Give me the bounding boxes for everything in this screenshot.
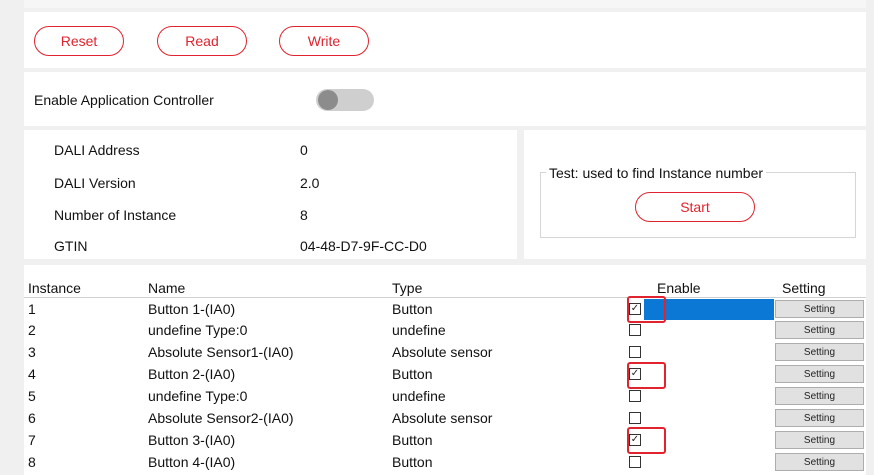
row-name: Button 1-(IA0): [148, 301, 236, 317]
test-legend: Test: used to find Instance number: [546, 165, 767, 181]
toggle-knob: [318, 90, 338, 110]
table-row[interactable]: 3 Absolute Sensor1-(IA0) Absolute sensor…: [24, 342, 866, 363]
header-divider: [24, 297, 866, 298]
row-instance: 5: [28, 388, 36, 404]
row-name: Absolute Sensor1-(IA0): [148, 344, 294, 360]
row-type: Button: [392, 454, 433, 470]
top-strip: [24, 0, 866, 8]
enable-checkbox[interactable]: [629, 456, 641, 468]
table-row[interactable]: 8 Button 4-(IA0) Button Setting: [24, 452, 866, 473]
dali-version-value: 2.0: [300, 175, 320, 191]
table-row[interactable]: 6 Absolute Sensor2-(IA0) Absolute sensor…: [24, 408, 866, 429]
row-instance: 2: [28, 322, 36, 338]
app-controller-toggle[interactable]: [316, 89, 374, 111]
toolbar-panel: [24, 12, 866, 68]
row-instance: 7: [28, 432, 36, 448]
setting-button[interactable]: Setting: [775, 321, 864, 339]
row-type: Button: [392, 366, 433, 382]
header-type: Type: [392, 280, 423, 296]
header-enable: Enable: [657, 280, 701, 296]
table-row[interactable]: 7 Button 3-(IA0) Button ✓ Setting: [24, 430, 866, 451]
row-name: Button 4-(IA0): [148, 454, 236, 470]
row-instance: 3: [28, 344, 36, 360]
row-instance: 1: [28, 301, 36, 317]
read-button[interactable]: Read: [157, 26, 247, 56]
table-header: Instance Name Type Enable Setting: [24, 278, 866, 299]
header-setting: Setting: [782, 280, 826, 296]
dali-address-value: 0: [300, 142, 308, 158]
row-name: undefine Type:0: [148, 322, 248, 338]
enable-checkbox[interactable]: [629, 390, 641, 402]
table-row[interactable]: 5 undefine Type:0 undefine Setting: [24, 386, 866, 407]
header-instance: Instance: [28, 280, 81, 296]
table-row[interactable]: 2 undefine Type:0 undefine Setting: [24, 320, 866, 341]
dali-version-label: DALI Version: [54, 175, 136, 191]
enable-checkbox[interactable]: [629, 412, 641, 424]
header-name: Name: [148, 280, 186, 296]
row-name: Button 3-(IA0): [148, 432, 236, 448]
setting-button[interactable]: Setting: [775, 431, 864, 449]
row-type: Button: [392, 432, 433, 448]
app-controller-label: Enable Application Controller: [34, 92, 214, 108]
table-row[interactable]: 1 Button 1-(IA0) Button ✓ Setting: [24, 299, 866, 320]
row-instance: 8: [28, 454, 36, 470]
enable-checkbox[interactable]: [629, 346, 641, 358]
row-name: Absolute Sensor2-(IA0): [148, 410, 294, 426]
annotation-highlight-box: [627, 427, 666, 454]
start-button[interactable]: Start: [635, 192, 755, 222]
row-type: Absolute sensor: [392, 410, 493, 426]
setting-button[interactable]: Setting: [775, 453, 864, 471]
row-instance: 6: [28, 410, 36, 426]
dali-address-label: DALI Address: [54, 142, 140, 158]
gtin-label: GTIN: [54, 238, 88, 254]
row-type: Absolute sensor: [392, 344, 493, 360]
setting-button[interactable]: Setting: [775, 409, 864, 427]
setting-button[interactable]: Setting: [775, 365, 864, 383]
row-name: Button 2-(IA0): [148, 366, 236, 382]
reset-button[interactable]: Reset: [34, 26, 124, 56]
instance-count-label: Number of Instance: [54, 207, 177, 223]
enable-checkbox[interactable]: [629, 324, 641, 336]
row-instance: 4: [28, 366, 36, 382]
write-button[interactable]: Write: [279, 26, 369, 56]
gtin-value: 04-48-D7-9F-CC-D0: [300, 238, 427, 254]
setting-button[interactable]: Setting: [775, 343, 864, 361]
row-type: Button: [392, 301, 433, 317]
row-type: undefine: [392, 322, 446, 338]
instance-count-value: 8: [300, 207, 308, 223]
setting-button[interactable]: Setting: [775, 300, 864, 318]
annotation-highlight-box: [627, 362, 666, 389]
row-name: undefine Type:0: [148, 388, 248, 404]
annotation-highlight-box: [627, 296, 666, 323]
table-row[interactable]: 4 Button 2-(IA0) Button ✓ Setting: [24, 364, 866, 385]
setting-button[interactable]: Setting: [775, 387, 864, 405]
row-type: undefine: [392, 388, 446, 404]
